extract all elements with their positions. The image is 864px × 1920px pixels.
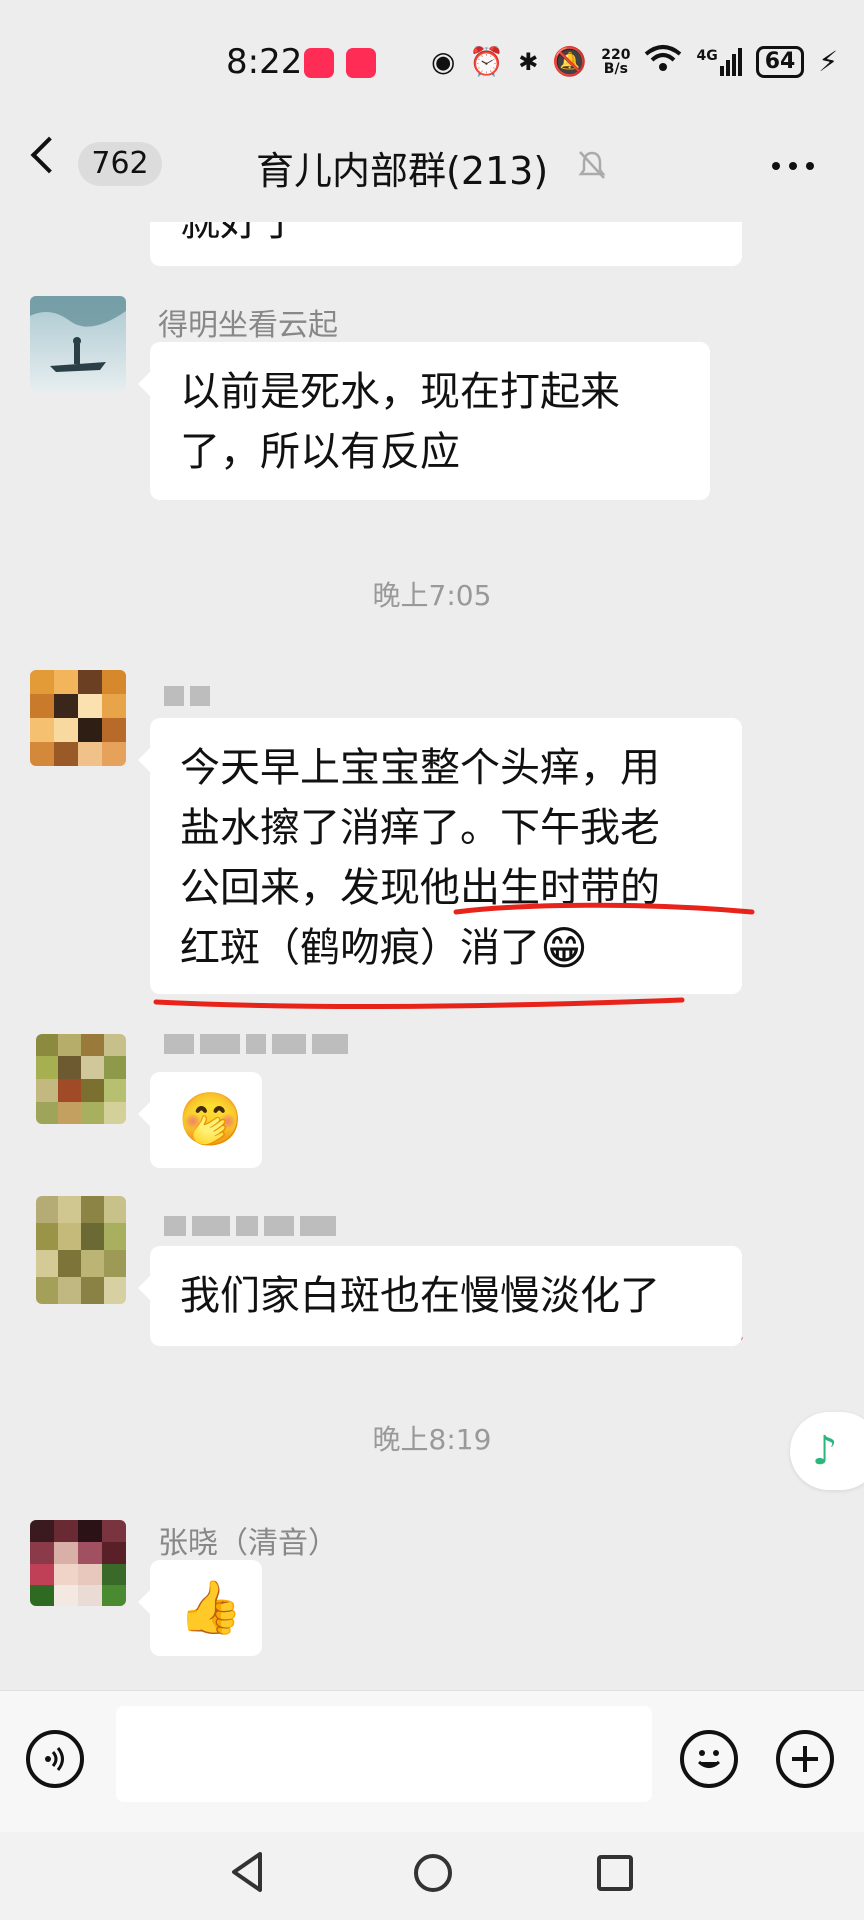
hand-over-mouth-emoji-icon: 🤭: [178, 1090, 243, 1150]
emoji-icon[interactable]: [680, 1730, 738, 1788]
message-input[interactable]: [116, 1706, 652, 1802]
voice-input-icon[interactable]: [26, 1730, 84, 1788]
message-bubble[interactable]: 👍: [138, 1560, 262, 1656]
red-underline-annotations: [153, 902, 755, 1341]
nav-recents-icon[interactable]: [596, 1854, 634, 1892]
plus-icon[interactable]: [776, 1730, 834, 1788]
timestamp: 晚上8:19: [372, 1423, 492, 1456]
music-note-icon[interactable]: ♪: [790, 1412, 864, 1490]
sender-name: 张晓（清音）: [158, 1526, 338, 1561]
avatar[interactable]: [36, 1034, 126, 1124]
message-text: 我们家白斑也在慢慢淡化了: [180, 1273, 660, 1319]
sender-name-redacted: [164, 1034, 348, 1054]
nav-home-icon[interactable]: [412, 1852, 454, 1894]
avatar[interactable]: [30, 1520, 126, 1606]
thumbs-up-emoji-icon: 👍: [178, 1578, 243, 1638]
message-bubble[interactable]: 🤭: [138, 1072, 262, 1168]
sender-name-redacted: [164, 1216, 336, 1236]
message-bubble[interactable]: 我们家白斑也在慢慢淡化了: [138, 1246, 742, 1346]
avatar[interactable]: [36, 1196, 126, 1304]
nav-back-icon[interactable]: [226, 1850, 268, 1894]
